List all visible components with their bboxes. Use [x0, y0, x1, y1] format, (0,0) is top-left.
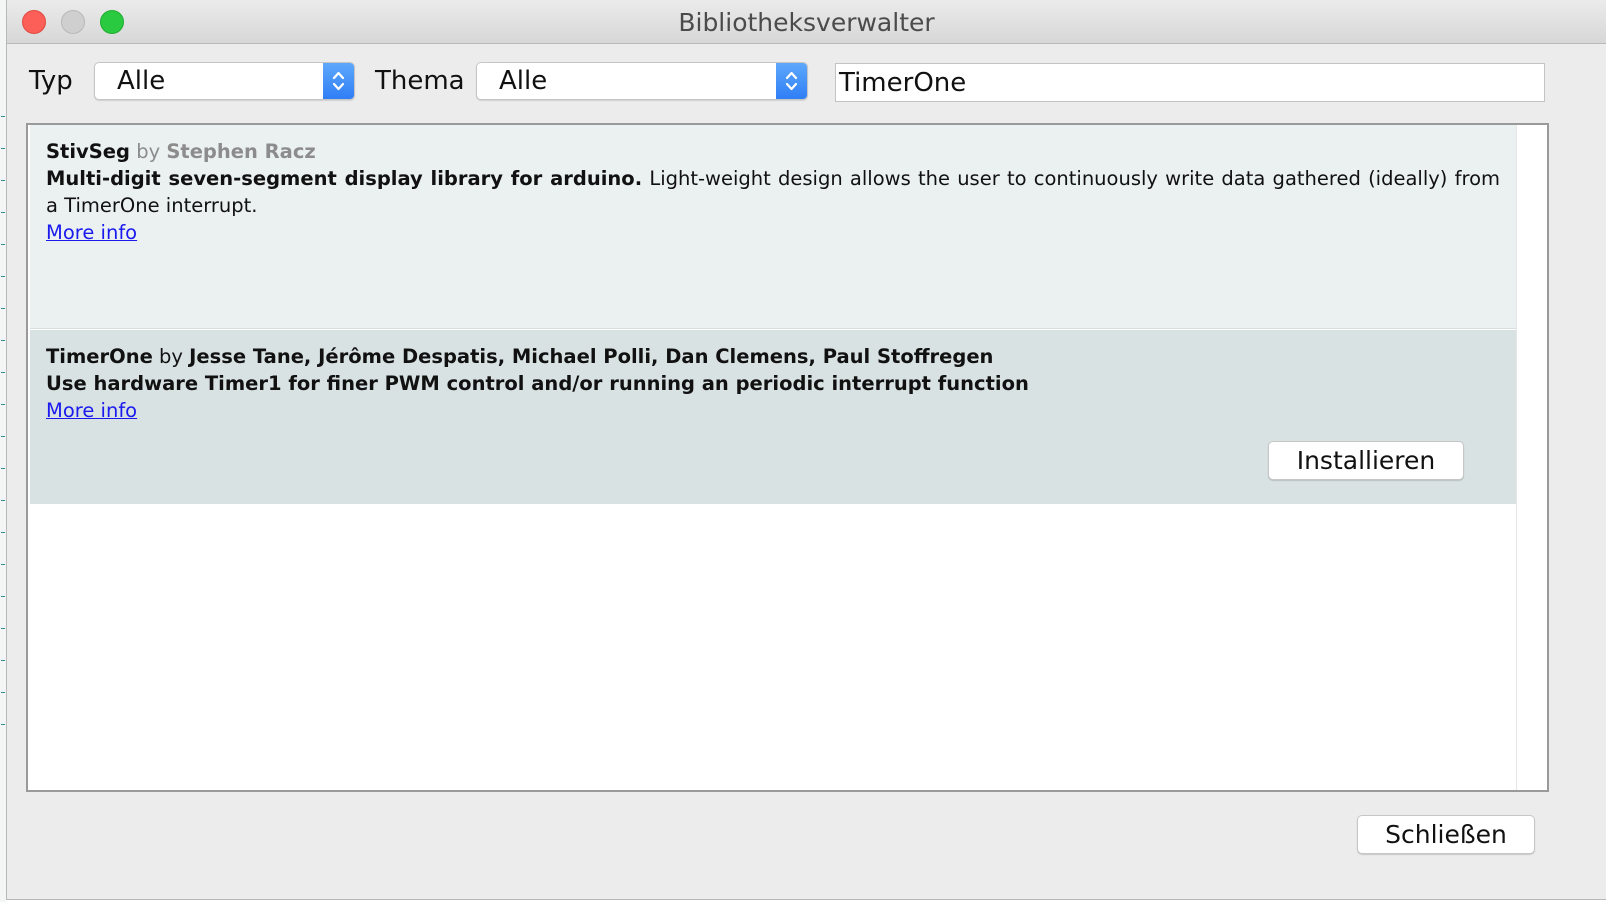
- type-label: Typ: [29, 66, 73, 96]
- library-manager-window: Bibliotheksverwalter Typ Alle Thema Alle…: [6, 0, 1606, 900]
- library-description: Use hardware Timer1 for finer PWM contro…: [46, 370, 1500, 397]
- library-list: StivSeg by Stephen Racz Multi-digit seve…: [26, 123, 1549, 792]
- library-description: Multi-digit seven-segment display librar…: [46, 165, 1500, 219]
- window-title: Bibliotheksverwalter: [678, 8, 935, 37]
- library-authors: Jesse Tane, Jérôme Despatis, Michael Pol…: [189, 345, 994, 368]
- library-by: by: [159, 345, 183, 368]
- library-header: StivSeg by Stephen Racz: [46, 138, 1500, 165]
- library-entry-stivseg[interactable]: StivSeg by Stephen Racz Multi-digit seve…: [30, 125, 1516, 329]
- library-authors: Stephen Racz: [166, 140, 316, 163]
- topic-select[interactable]: Alle: [476, 62, 808, 100]
- library-summary: Multi-digit seven-segment display librar…: [46, 167, 643, 190]
- more-info-link[interactable]: More info: [46, 397, 137, 424]
- library-name: TimerOne: [46, 345, 153, 368]
- topic-select-value: Alle: [499, 66, 548, 96]
- type-select[interactable]: Alle: [94, 62, 355, 100]
- library-summary: Use hardware Timer1 for finer PWM contro…: [46, 372, 1029, 395]
- library-entry-timerone[interactable]: TimerOne by Jesse Tane, Jérôme Despatis,…: [30, 330, 1516, 504]
- search-input[interactable]: TimerOne: [835, 63, 1545, 102]
- library-by: by: [136, 140, 161, 163]
- library-header: TimerOne by Jesse Tane, Jérôme Despatis,…: [46, 343, 1500, 370]
- topic-label: Thema: [375, 66, 465, 96]
- library-name: StivSeg: [46, 140, 130, 163]
- title-bar: Bibliotheksverwalter: [7, 0, 1606, 44]
- close-button[interactable]: Schließen: [1357, 815, 1535, 854]
- install-button[interactable]: Installieren: [1268, 441, 1464, 480]
- list-scrollbar[interactable]: [1516, 125, 1547, 790]
- type-select-value: Alle: [117, 66, 166, 96]
- updown-chevron-icon: [323, 63, 354, 99]
- more-info-link[interactable]: More info: [46, 219, 137, 246]
- updown-chevron-icon: [776, 63, 807, 99]
